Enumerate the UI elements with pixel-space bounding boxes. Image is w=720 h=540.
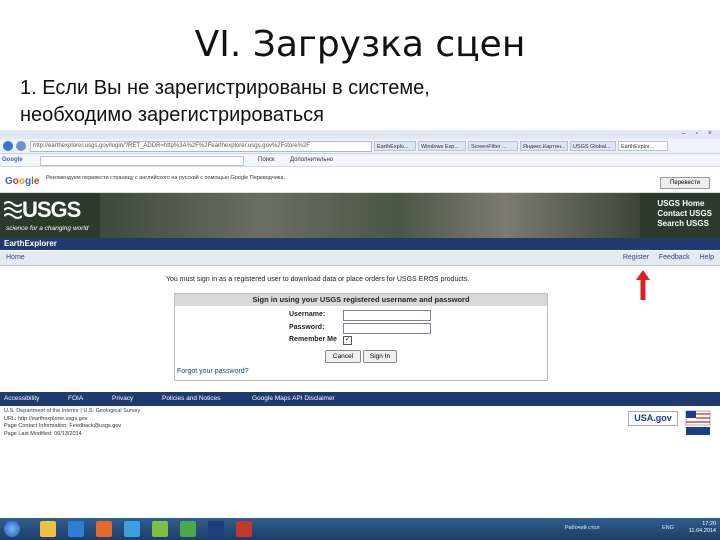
- subtitle-line-1: 1. Если Вы не зарегистрированы в системе…: [20, 77, 430, 99]
- photoshop-icon[interactable]: [208, 521, 224, 537]
- back-icon[interactable]: [3, 141, 13, 151]
- usgs-tagline: science for a changing world: [6, 225, 89, 232]
- app-icon[interactable]: [152, 521, 168, 537]
- translate-message: Рекомендуем перевести страницу с английс…: [46, 175, 285, 181]
- feedback-link[interactable]: Feedback: [659, 254, 690, 261]
- forward-icon[interactable]: [16, 141, 26, 151]
- footer-info-line[interactable]: U.S. Department of the Interior | U.S. G…: [4, 408, 304, 416]
- password-label: Password:: [289, 324, 325, 331]
- explorer-icon[interactable]: [40, 521, 56, 537]
- language-indicator[interactable]: ENG: [662, 525, 674, 531]
- footer-info-line: Page Contact Information: Feedback@usgs.…: [4, 423, 122, 429]
- subtitle-line-2: необходимо зарегистрироваться: [20, 104, 325, 126]
- footer-link[interactable]: Policies and Notices: [162, 395, 221, 402]
- app-title-bar: EarthExplorer: [0, 238, 720, 250]
- footer-link[interactable]: FOIA: [68, 395, 83, 402]
- remember-label: Remember Me: [289, 336, 337, 343]
- usgs-home-link[interactable]: USGS Home: [657, 199, 712, 209]
- password-input[interactable]: [343, 323, 431, 334]
- window-controls[interactable]: – ▫ ×: [682, 130, 716, 137]
- ie-icon[interactable]: [68, 521, 84, 537]
- browser-screenshot: – ▫ × http://earthexplorer.usgs.gov/logi…: [0, 130, 720, 540]
- clock-date: 11.04.2014: [688, 528, 716, 534]
- app-icon[interactable]: [124, 521, 140, 537]
- google-toolbar: Google Поиск Дополнительно: [0, 154, 720, 167]
- flag-badge-icon[interactable]: [684, 409, 712, 437]
- app-icon[interactable]: [180, 521, 196, 537]
- username-label: Username:: [289, 311, 326, 318]
- slide-title: VI. Загрузка сцен: [194, 24, 526, 65]
- footer-link[interactable]: Privacy: [112, 395, 133, 402]
- google-toolbar-logo: Google: [2, 157, 23, 163]
- translate-button[interactable]: Перевести: [660, 177, 710, 189]
- browser-tab[interactable]: USGS Global...: [570, 141, 616, 151]
- browser-tab[interactable]: Яндекс.Картин...: [520, 141, 568, 151]
- window-titlebar: – ▫ ×: [0, 130, 720, 139]
- browser-tab[interactable]: Windows Exp...: [418, 141, 466, 151]
- signin-message: You must sign in as a registered user to…: [166, 276, 470, 283]
- toolbar-link[interactable]: Поиск: [258, 156, 275, 164]
- app-title: EarthExplorer: [4, 239, 57, 248]
- browser-tab[interactable]: EarthExplo...: [374, 141, 416, 151]
- usgs-banner: USGS science for a changing world USGS H…: [0, 193, 720, 238]
- usgs-header-links: USGS Home Contact USGS Search USGS: [657, 199, 712, 229]
- contact-usgs-link[interactable]: Contact USGS: [657, 209, 712, 219]
- search-usgs-link[interactable]: Search USGS: [657, 219, 712, 229]
- address-bar-row: http://earthexplorer.usgs.gov/login/?RET…: [0, 139, 720, 154]
- usgs-logo-text: USGS: [22, 197, 81, 222]
- footer-link[interactable]: Google Maps API Disclaimer: [252, 395, 335, 402]
- google-logo: Google: [5, 176, 40, 187]
- footer-info: U.S. Department of the Interior | U.S. G…: [4, 408, 304, 438]
- signin-header: Sign in using your USGS registered usern…: [175, 294, 547, 306]
- windows-taskbar: Рабочий стол ENG 17:20 11.04.2014: [0, 518, 720, 540]
- register-link[interactable]: Register: [623, 254, 649, 261]
- nav-home-link[interactable]: Home: [6, 254, 25, 261]
- red-arrow-icon: [636, 270, 650, 300]
- app-icon[interactable]: [236, 521, 252, 537]
- url-input[interactable]: http://earthexplorer.usgs.gov/login/?RET…: [30, 141, 372, 152]
- usgs-waves-icon: [4, 201, 22, 219]
- media-icon[interactable]: [96, 521, 112, 537]
- tray-label[interactable]: Рабочий стол: [565, 525, 600, 531]
- signin-button[interactable]: Sign In: [363, 350, 397, 363]
- footer-info-line: URL: http://earthexplorer.usgs.gov: [4, 415, 88, 422]
- toolbar-link[interactable]: Дополнительно: [290, 156, 333, 164]
- slide-subtitle: 1. Если Вы не зарегистрированы в системе…: [20, 75, 710, 129]
- clock[interactable]: 17:20 11.04.2014: [689, 521, 716, 535]
- usgs-logo[interactable]: USGS science for a changing world: [4, 197, 100, 235]
- footer-links-bar: Accessibility FOIA Privacy Policies and …: [0, 392, 720, 406]
- remember-checkbox[interactable]: ✓: [343, 336, 352, 345]
- help-link[interactable]: Help: [700, 254, 714, 261]
- footer-info-line: Page Last Modified: 06/13/2014: [4, 430, 82, 437]
- app-nav-bar: Home Register Feedback Help: [0, 251, 720, 266]
- satellite-image: [100, 193, 640, 238]
- google-toolbar-search[interactable]: [40, 156, 244, 166]
- username-input[interactable]: [343, 310, 431, 321]
- signin-panel: Sign in using your USGS registered usern…: [174, 293, 548, 381]
- usagov-logo[interactable]: USA.gov: [628, 411, 678, 426]
- browser-tab-active[interactable]: EarthExplor...: [618, 141, 668, 151]
- translate-bar: Google Рекомендуем перевести страницу с …: [0, 172, 720, 193]
- browser-tab[interactable]: ScreenFilter ...: [468, 141, 518, 151]
- footer-link[interactable]: Accessibility: [4, 395, 39, 402]
- forgot-password-link[interactable]: Forgot your password?: [177, 368, 249, 375]
- start-button-icon[interactable]: [4, 521, 20, 537]
- cancel-button[interactable]: Cancel: [325, 350, 361, 363]
- clock-time: 17:20: [702, 521, 716, 527]
- nav-right-links: Register Feedback Help: [615, 254, 714, 261]
